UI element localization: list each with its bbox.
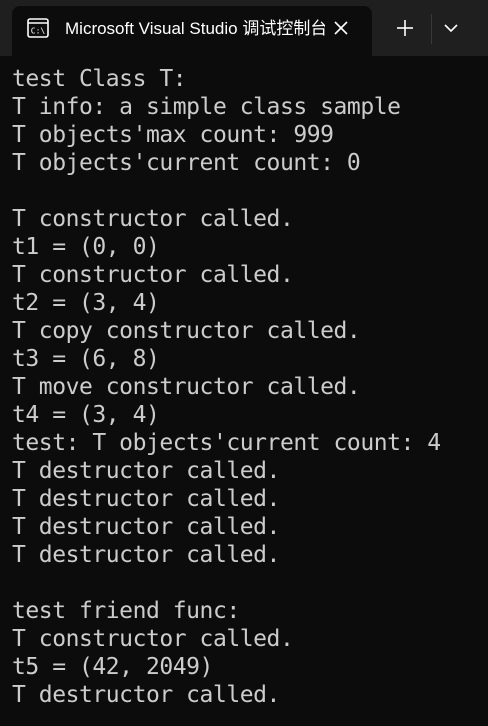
console-line: T move constructor called. <box>12 374 361 400</box>
console-line: T destructor called. <box>12 514 280 540</box>
console-line: T objects'current count: 0 <box>12 150 361 176</box>
console-line: T destructor called. <box>12 682 280 708</box>
console-line: T constructor called. <box>12 206 294 232</box>
tab-dropdown-button[interactable] <box>443 21 459 35</box>
console-line: t3 = (6, 8) <box>12 346 160 372</box>
title-bar: C:\ Microsoft Visual Studio 调试控制台 <box>0 0 488 56</box>
console-line: T constructor called. <box>12 626 294 652</box>
console-line: t5 = (42, 2049) <box>12 654 213 680</box>
close-icon[interactable] <box>332 19 350 37</box>
console-line: test: T objects'current count: 4 <box>12 430 441 456</box>
console-line: T copy constructor called. <box>12 318 361 344</box>
console-line: test Class T: <box>12 66 187 92</box>
tab-title: Microsoft Visual Studio 调试控制台 <box>65 19 325 38</box>
console-icon: C:\ <box>27 18 49 38</box>
console-line: T info: a simple class sample <box>12 94 401 120</box>
console-line: test friend func: <box>12 598 240 624</box>
console-line: t2 = (3, 4) <box>12 290 160 316</box>
console-line: t4 = (3, 4) <box>12 402 160 428</box>
titlebar-divider <box>431 14 432 44</box>
svg-text:C:\: C:\ <box>31 27 46 36</box>
console-line: T destructor called. <box>12 458 280 484</box>
console-line: T destructor called. <box>12 486 280 512</box>
plus-icon <box>397 20 413 36</box>
console-line: T objects'max count: 999 <box>12 122 334 148</box>
new-tab-button[interactable] <box>395 18 415 38</box>
console-line: t1 = (0, 0) <box>12 234 160 260</box>
tab-debug-console[interactable]: C:\ Microsoft Visual Studio 调试控制台 <box>12 6 372 56</box>
console-line: T constructor called. <box>12 262 294 288</box>
console-line: T destructor called. <box>12 542 280 568</box>
console-output[interactable]: test Class T: T info: a simple class sam… <box>12 65 484 709</box>
chevron-down-icon <box>444 24 458 33</box>
